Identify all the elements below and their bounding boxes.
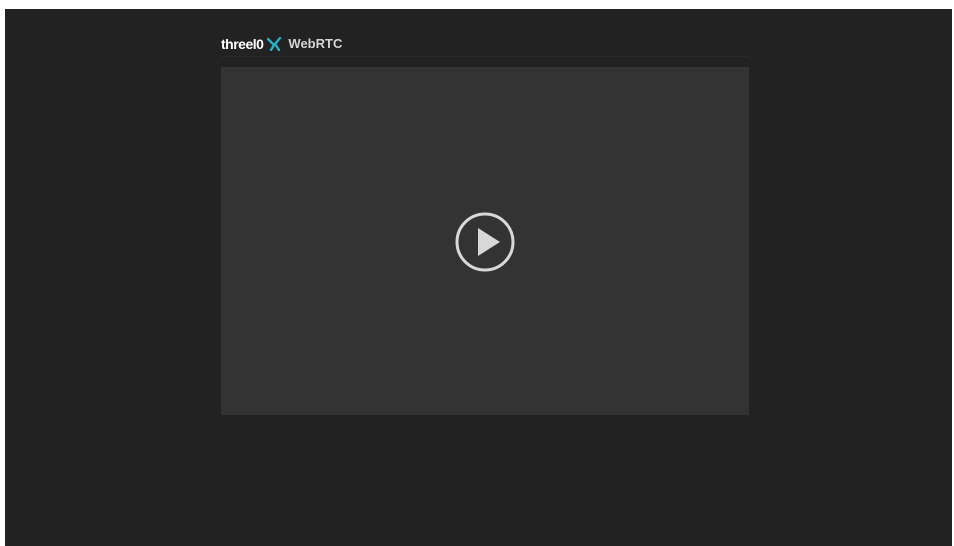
product-name: WebRTC	[288, 36, 343, 51]
play-circle-icon	[455, 212, 515, 272]
app-window: threel0 WebRTC	[5, 9, 952, 546]
play-button[interactable]	[453, 210, 517, 274]
video-player[interactable]	[221, 67, 749, 415]
page-header: threel0 WebRTC	[221, 31, 749, 57]
threel0-x-logo-icon	[267, 36, 283, 51]
brand-name: threel0	[221, 35, 264, 52]
